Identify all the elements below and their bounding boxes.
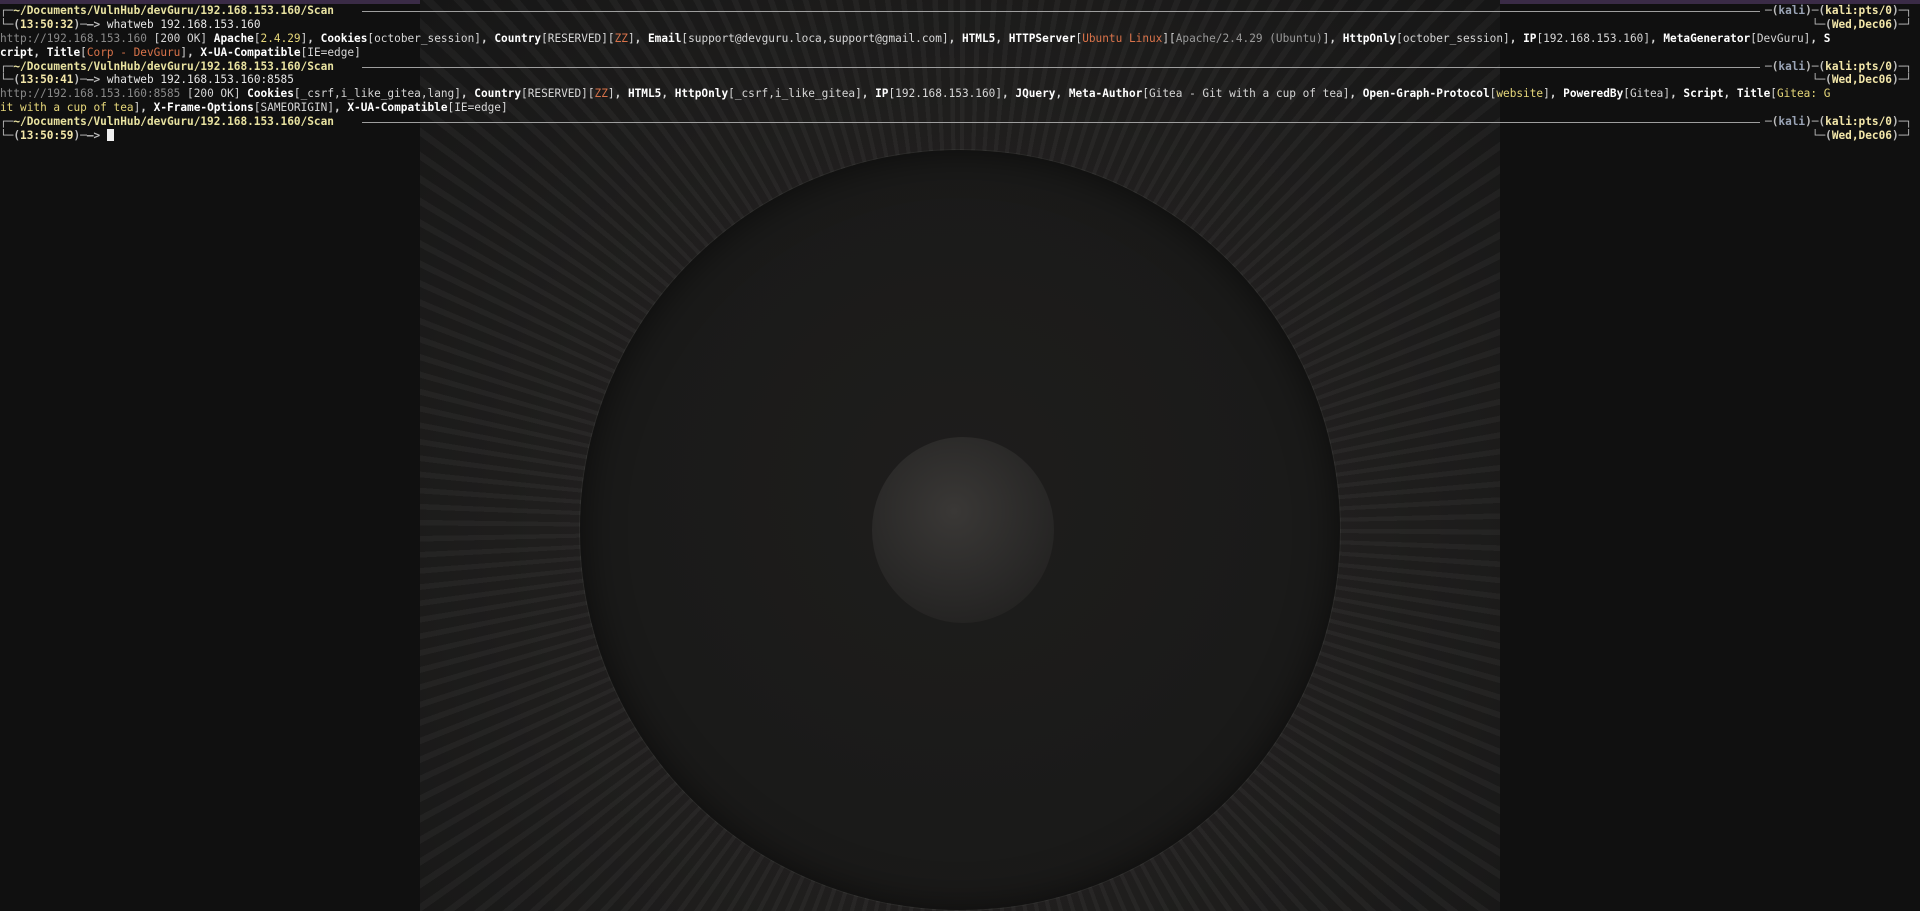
prompt-tty: kali:pts/0	[1825, 115, 1892, 129]
prompt-path: ~/Documents/VulnHub/devGuru/192.168.153.…	[13, 115, 334, 129]
prompt-rule	[362, 11, 1760, 12]
output-line: it with a cup of tea], X-Frame-Options[S…	[0, 101, 508, 115]
prompt-date: Wed,Dec06	[1831, 73, 1892, 87]
prompt-command-line: └─(13:50:32)─—> whatweb 192.168.153.160 └…	[0, 17, 1912, 31]
prompt-date: Wed,Dec06	[1831, 129, 1892, 143]
terminal-output[interactable]: ┌─~/Documents/VulnHub/devGuru/192.168.15…	[0, 4, 1920, 143]
prompt-time: 13:50:41	[20, 73, 74, 87]
text-cursor	[106, 129, 114, 142]
prompt-time: 13:50:32	[20, 17, 74, 31]
output-line: cript, Title[Corp - DevGuru], X-UA-Compa…	[0, 45, 361, 59]
prompt-command-line: └─(13:50:41)─—> whatweb 192.168.153.160:…	[0, 73, 1912, 87]
wallpaper-inner-sphere	[872, 437, 1054, 623]
prompt-date: Wed,Dec06	[1831, 17, 1892, 31]
prompt-tty: kali:pts/0	[1825, 59, 1892, 73]
prompt-host: kali	[1778, 59, 1806, 73]
output-line: http://192.168.153.160 [200 OK] Apache[2…	[0, 31, 1831, 45]
command-text: whatweb 192.168.153.160:8585	[106, 73, 294, 87]
prompt-command-line[interactable]: └─(13:50:59)─—> └─(Wed,Dec06)─┘	[0, 129, 1920, 143]
prompt-header: ┌─~/Documents/VulnHub/devGuru/192.168.15…	[0, 4, 1912, 17]
prompt-host: kali	[1778, 115, 1806, 129]
prompt-rule	[362, 122, 1760, 124]
prompt-header: ┌─~/Documents/VulnHub/devGuru/192.168.15…	[0, 59, 1912, 73]
prompt-path: ~/Documents/VulnHub/devGuru/192.168.153.…	[13, 59, 334, 73]
command-text: whatweb 192.168.153.160	[106, 17, 261, 31]
prompt-time: 13:50:59	[20, 129, 74, 143]
prompt-path: ~/Documents/VulnHub/devGuru/192.168.153.…	[13, 4, 334, 17]
prompt-rule	[362, 66, 1760, 68]
output-line: http://192.168.153.160:8585 [200 OK] Coo…	[0, 87, 1831, 101]
prompt-header: ┌─~/Documents/VulnHub/devGuru/192.168.15…	[0, 115, 1912, 129]
prompt-host: kali	[1778, 4, 1806, 17]
prompt-tty: kali:pts/0	[1825, 4, 1892, 17]
